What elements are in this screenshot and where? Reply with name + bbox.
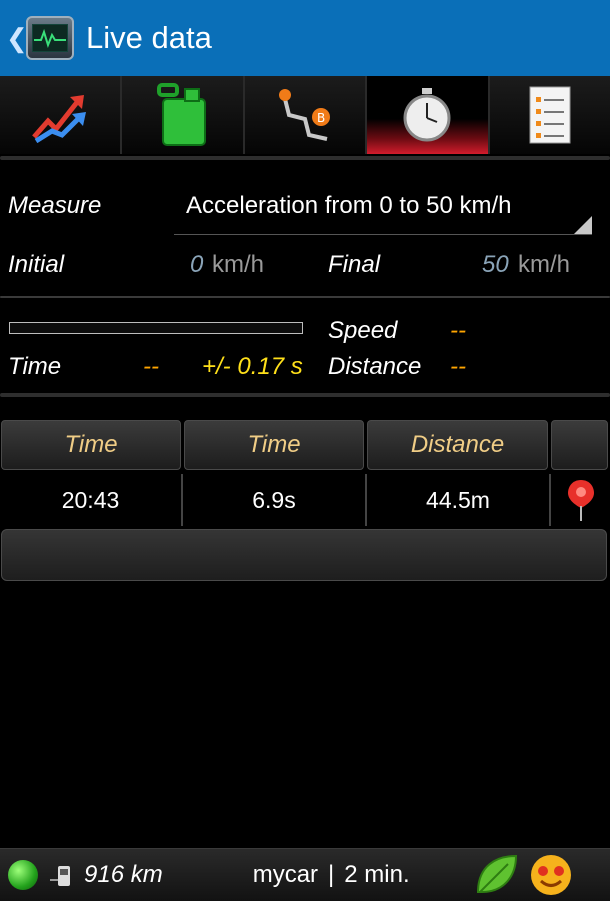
time-label: Time	[8, 353, 62, 380]
odometer-value: 916 km	[84, 861, 163, 888]
column-header-time[interactable]: Time	[1, 420, 181, 470]
time-accuracy: +/- 0.17 s	[202, 353, 303, 380]
tab-bar: B	[0, 76, 610, 154]
fuel-pump-icon	[50, 866, 70, 886]
tab-route[interactable]: B	[244, 76, 368, 154]
tab-log[interactable]	[489, 76, 610, 154]
page-title: Live data	[86, 20, 212, 55]
status-bar: 916 km mycar | 2 min.	[0, 848, 610, 901]
speed-value: --	[450, 317, 466, 344]
final-label: Final	[328, 251, 381, 278]
initial-label: Initial	[8, 251, 65, 278]
measure-label: Measure	[8, 192, 102, 219]
back-chevron-icon[interactable]: ❮	[6, 23, 28, 54]
initial-value: 0	[190, 251, 204, 278]
tab-trends[interactable]	[0, 76, 123, 154]
column-header-location[interactable]	[551, 420, 608, 470]
measure-select[interactable]: Acceleration from 0 to 50 km/h	[174, 186, 592, 235]
speed-label: Speed	[328, 317, 398, 344]
time-value: --	[143, 353, 159, 380]
checklist-icon	[529, 86, 571, 144]
final-value: 50	[482, 251, 509, 278]
divider	[0, 393, 610, 397]
distance-value: --	[450, 353, 466, 380]
measure-progress-bar	[9, 322, 303, 334]
leaf-icon[interactable]	[472, 852, 520, 898]
trip-duration: 2 min.	[344, 861, 410, 888]
cell-duration: 6.9s	[183, 474, 367, 526]
initial-unit: km/h	[212, 251, 265, 278]
column-header-distance[interactable]: Distance	[367, 420, 548, 470]
tab-fuel[interactable]	[122, 76, 245, 154]
tab-stopwatch[interactable]	[367, 76, 490, 154]
trend-chart-icon	[32, 95, 87, 143]
table-row[interactable]: 20:43 6.9s 44.5m	[0, 474, 610, 526]
divider	[0, 156, 610, 160]
measure-select-value: Acceleration from 0 to 50 km/h	[186, 192, 512, 219]
distance-label: Distance	[328, 353, 422, 380]
app-bar: ❮ Live data	[0, 0, 610, 76]
status-separator: |	[328, 861, 335, 888]
stopwatch-icon	[403, 88, 451, 142]
svg-text:B: B	[317, 111, 325, 125]
column-header-duration[interactable]: Time	[184, 420, 364, 470]
list-item[interactable]	[1, 529, 607, 581]
monitor-icon[interactable]	[26, 16, 74, 60]
route-icon: B	[279, 89, 331, 141]
cell-location[interactable]	[551, 474, 610, 526]
map-pin-icon[interactable]	[566, 478, 596, 522]
car-name[interactable]: mycar	[253, 861, 318, 889]
fuel-can-icon	[156, 83, 206, 146]
cell-time: 20:43	[0, 474, 183, 526]
smiley-face-icon[interactable]	[528, 852, 574, 898]
divider	[0, 296, 610, 298]
dropdown-arrow-icon	[574, 216, 592, 234]
cell-distance: 44.5m	[367, 474, 551, 526]
final-unit: km/h	[518, 251, 571, 278]
green-status-dot	[8, 860, 38, 890]
